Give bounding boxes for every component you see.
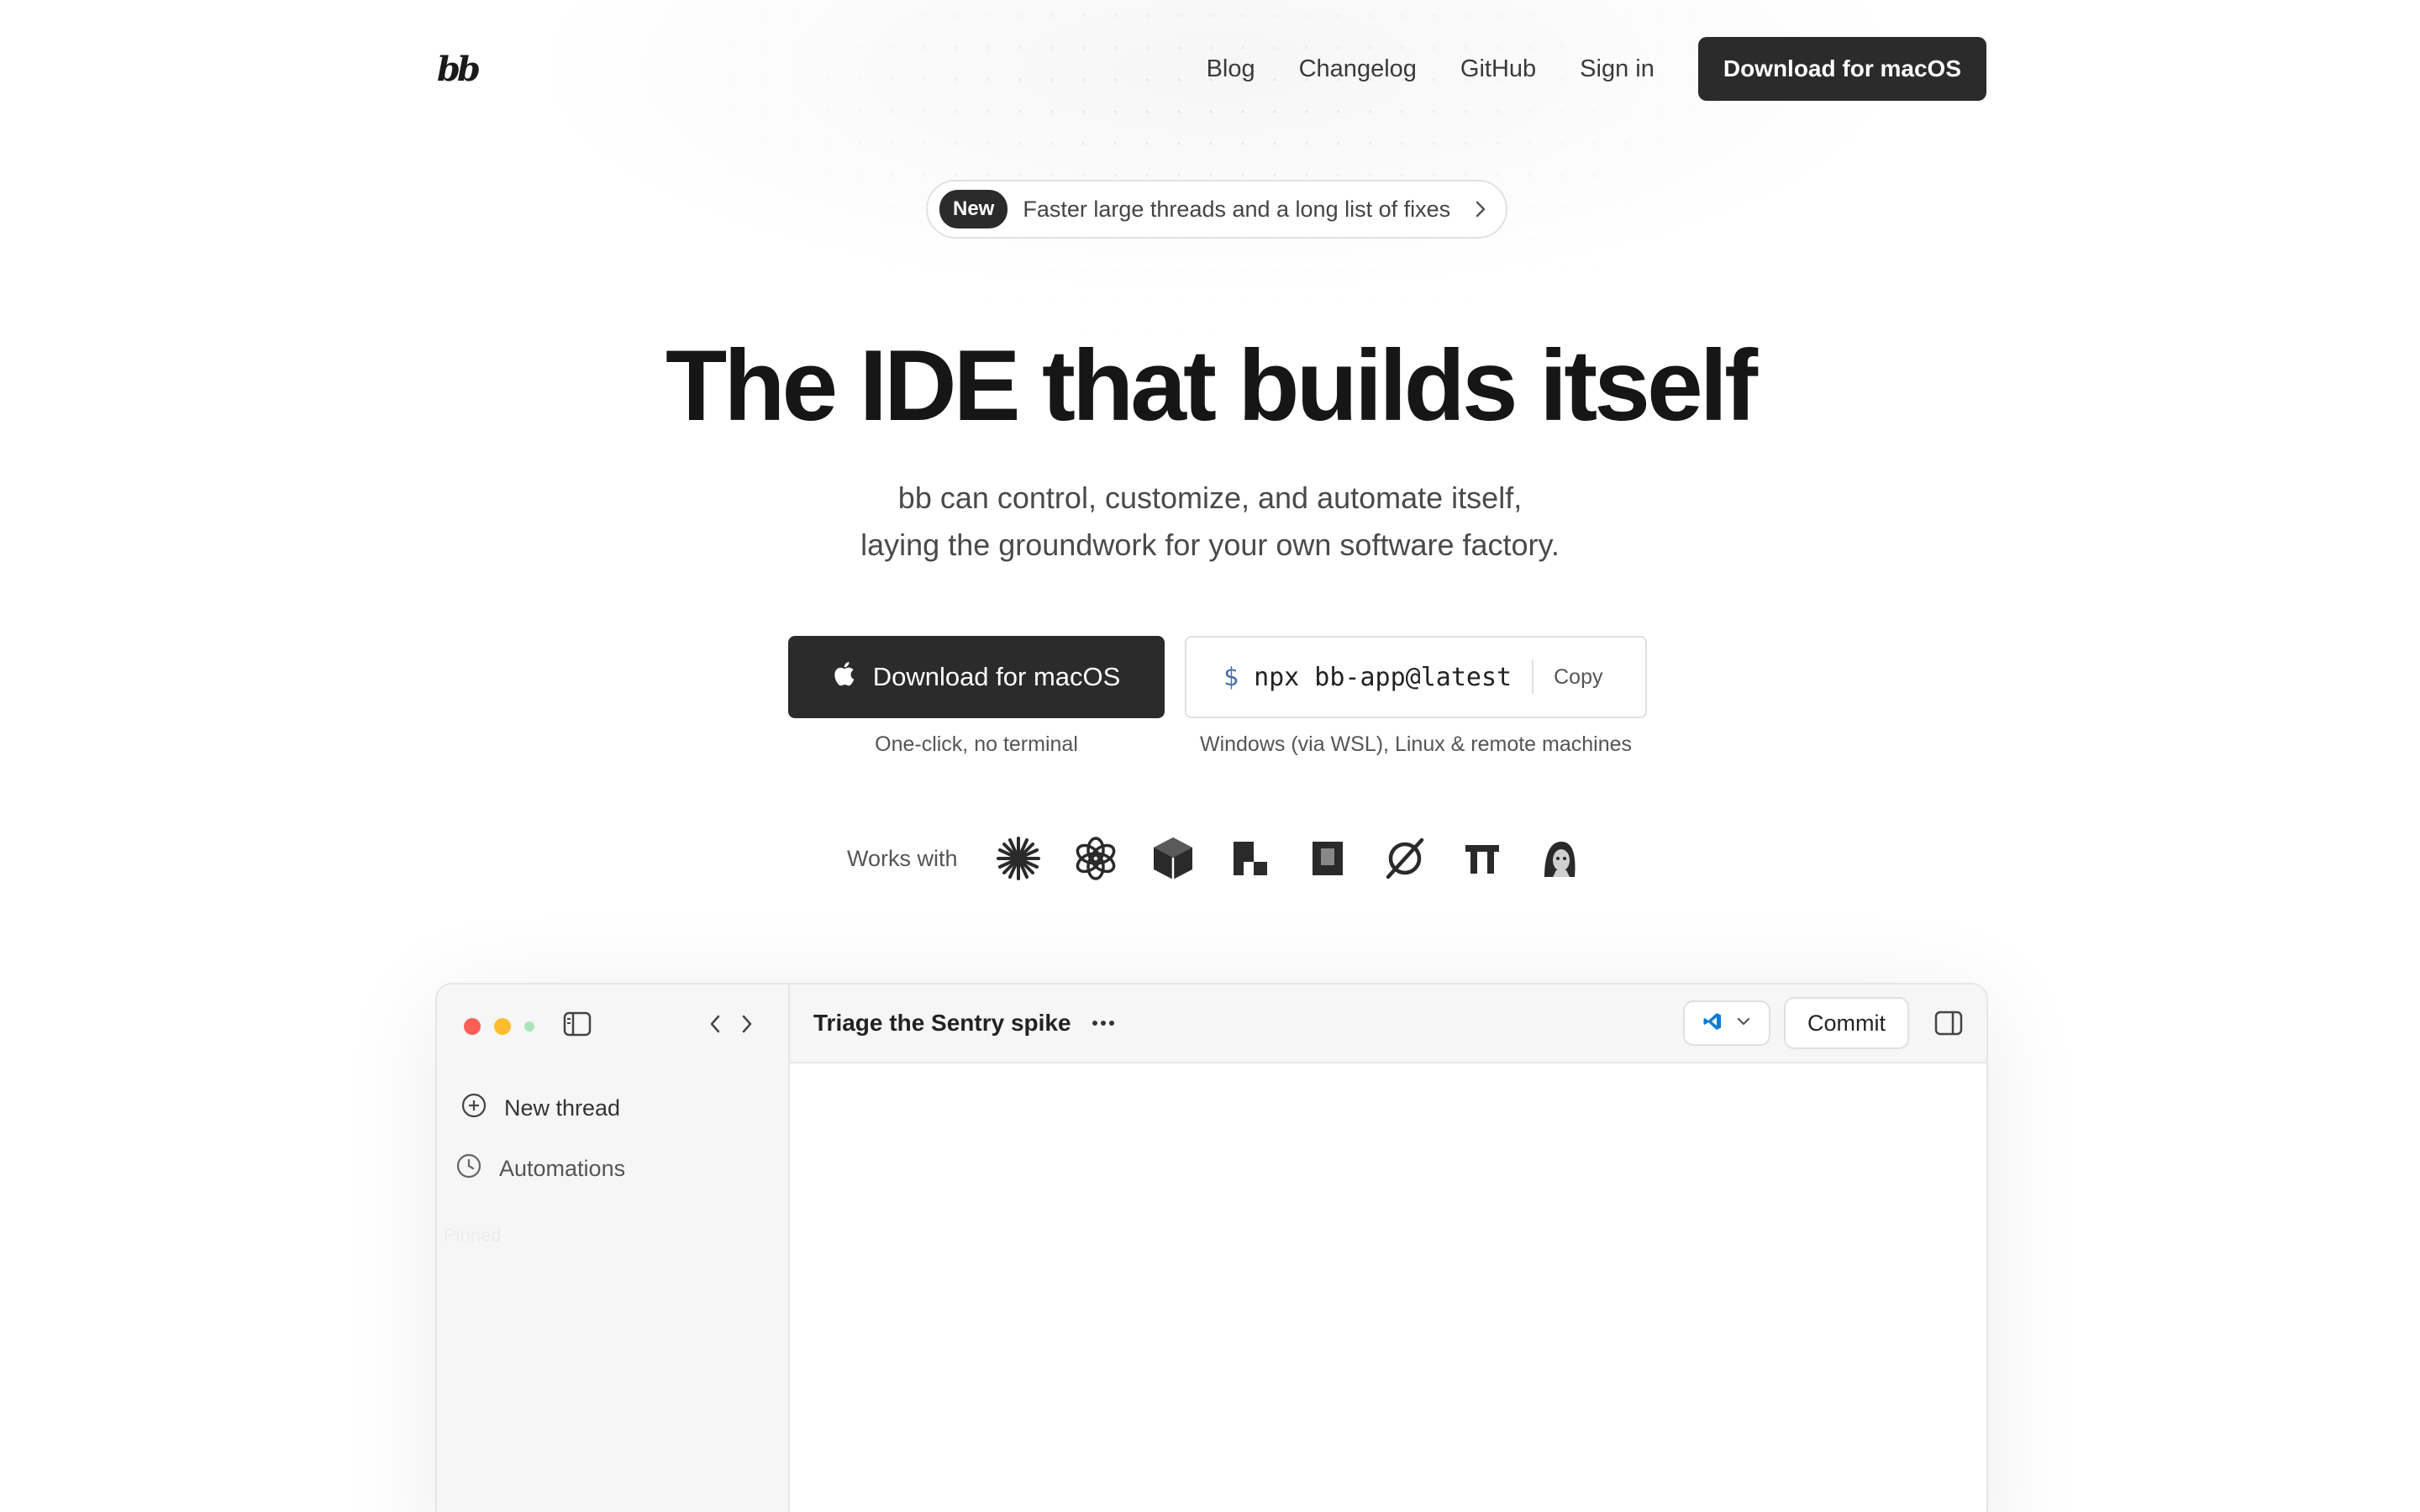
hero-subtitle-line-2: laying the groundwork for your own softw… [860, 528, 1560, 562]
nav-link-sign-in[interactable]: Sign in [1580, 55, 1655, 83]
square-logo-icon [1289, 832, 1366, 885]
minimize-dot[interactable] [494, 1018, 511, 1035]
hero-subtitle-line-1: bb can control, customize, and automate … [897, 480, 1523, 515]
tt-logo-icon [1444, 832, 1521, 885]
npx-command-box[interactable]: $ npx bb-app@latest Copy [1185, 636, 1647, 718]
more-options-icon[interactable] [1092, 1020, 1115, 1026]
cube-icon [1134, 832, 1212, 885]
npx-command: npx bb-app@latest [1254, 662, 1512, 692]
sidebar-item-automations[interactable]: Automations [455, 1152, 625, 1185]
forward-chevron-icon[interactable] [739, 1013, 755, 1035]
new-tag: New [939, 190, 1008, 228]
vscode-icon [1702, 1011, 1723, 1036]
pinned-section-label: Pinned [444, 1225, 502, 1246]
nav-download-button[interactable]: Download for macOS [1697, 37, 1986, 101]
apple-icon [833, 661, 855, 693]
logo[interactable]: bb [437, 50, 481, 89]
hero-title: The IDE that builds itself [665, 329, 1758, 442]
claude-icon [980, 832, 1057, 885]
nav-link-changelog[interactable]: Changelog [1299, 55, 1417, 83]
back-chevron-icon[interactable] [708, 1013, 723, 1035]
sidebar-item-label: New thread [504, 1095, 621, 1121]
announcement-text: Faster large threads and a long list of … [1023, 196, 1451, 222]
sidebar-item-label: Automations [499, 1156, 626, 1181]
chevron-right-icon [1474, 199, 1487, 219]
nav-link-github[interactable]: GitHub [1460, 55, 1536, 83]
download-note: One-click, no terminal [875, 732, 1078, 756]
avatar-logo-icon [1521, 832, 1598, 885]
zoom-dot[interactable] [524, 1021, 534, 1032]
prompt-symbol: $ [1223, 662, 1239, 692]
nav-link-blog[interactable]: Blog [1207, 55, 1255, 83]
close-dot[interactable] [464, 1018, 481, 1035]
copy-button[interactable]: Copy [1554, 665, 1602, 690]
npx-note: Windows (via WSL), Linux & remote machin… [1199, 732, 1633, 756]
nav-links: Blog Changelog GitHub Sign in [1207, 55, 1655, 83]
commit-button[interactable]: Commit [1784, 997, 1909, 1049]
download-macos-label: Download for macOS [872, 662, 1121, 691]
topbar-actions: Commit [1683, 997, 1963, 1049]
works-with-label: Works with [847, 845, 958, 871]
chevron-down-icon [1736, 1016, 1751, 1031]
download-macos-button[interactable]: Download for macOS [788, 636, 1165, 718]
right-panel-toggle-icon[interactable] [1934, 1011, 1963, 1036]
no-symbol-icon [1366, 832, 1444, 885]
open-in-editor-button[interactable] [1683, 1000, 1770, 1046]
hero-subtitle: bb can control, customize, and automate … [0, 475, 2420, 569]
window-controls [464, 1018, 534, 1035]
openai-icon [1057, 832, 1134, 885]
thread-topbar: Triage the Sentry spike Commit [790, 984, 1986, 1063]
clock-icon [455, 1152, 482, 1185]
works-with-row: Works with [847, 832, 1598, 885]
sidebar-item-new-thread[interactable]: New thread [460, 1092, 620, 1125]
thread-title: Triage the Sentry spike [813, 1010, 1071, 1036]
announcement-badge[interactable]: New Faster large threads and a long list… [926, 180, 1507, 239]
pixel-logo-icon [1212, 832, 1289, 885]
app-sidebar: New thread Automations Pinned [437, 984, 790, 1512]
sidebar-toggle-icon[interactable] [563, 1011, 592, 1037]
top-nav: bb Blog Changelog GitHub Sign in Downloa… [437, 37, 1986, 101]
divider [1532, 660, 1534, 694]
plus-circle-icon [460, 1092, 487, 1125]
app-preview-window: New thread Automations Pinned Triage the… [435, 983, 1988, 1512]
